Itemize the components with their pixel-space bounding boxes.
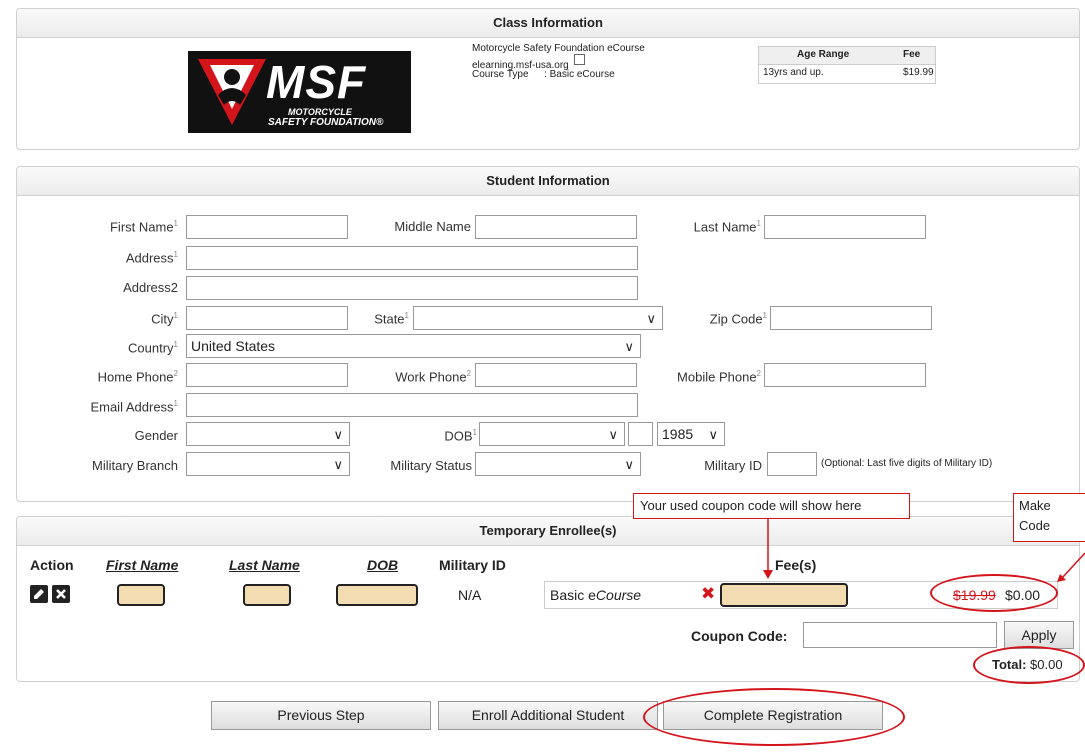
right-annotation-line2: Code: [1019, 518, 1051, 533]
right-annotation-line1: Make: [1019, 498, 1051, 513]
complete-annotation-ellipse: [643, 688, 905, 746]
fee-annotation-ellipse: [930, 574, 1058, 612]
total-annotation-ellipse: [973, 646, 1085, 684]
coupon-annotation-arrow: [763, 519, 1085, 582]
right-annotation-box: Make Code: [1013, 493, 1085, 542]
